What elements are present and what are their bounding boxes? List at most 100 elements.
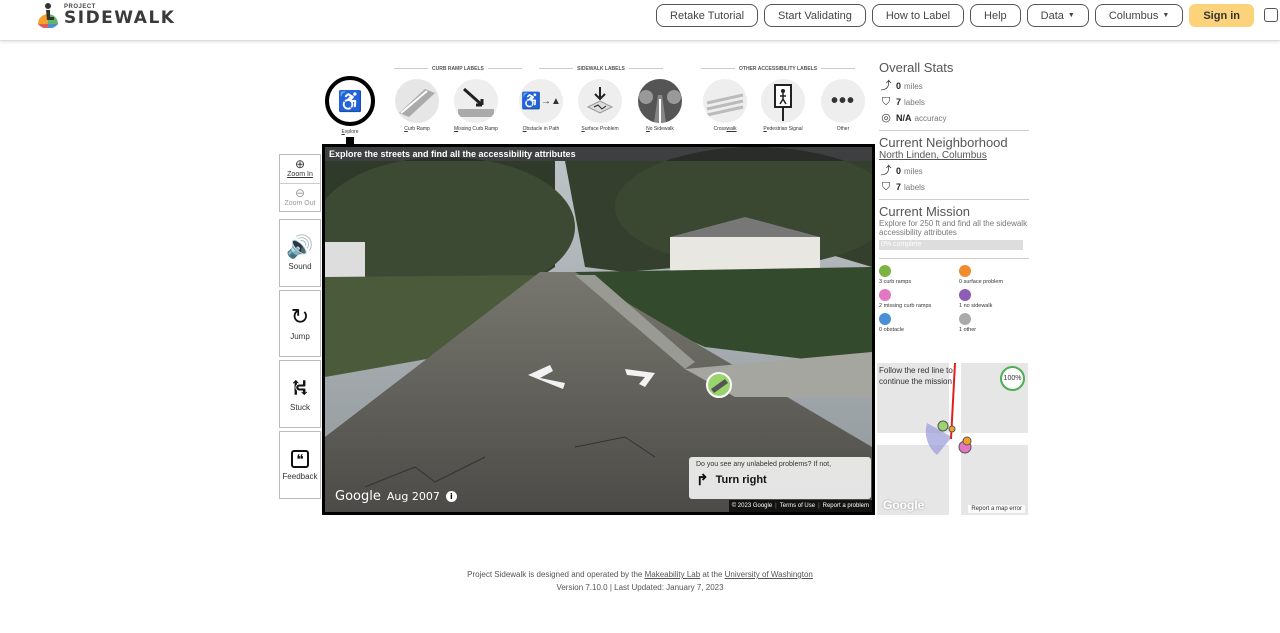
neighborhood-link[interactable]: North Linden, Columbus — [879, 150, 1029, 161]
crosswalk-tool-button[interactable]: Crosswalk — [697, 79, 753, 132]
other-dot-icon — [959, 313, 971, 325]
obstacle-tool-button[interactable]: ♿ →▲ Obstacle in Path — [513, 79, 569, 132]
count-other: 1 other — [959, 313, 1029, 333]
google-watermark: Google — [335, 489, 381, 504]
explore-label: xplore — [344, 129, 359, 135]
labels-unit: labels — [904, 182, 925, 192]
surface-problem-tool-button[interactable]: Surface Problem — [572, 79, 628, 132]
target-icon: ◎ — [881, 111, 891, 124]
mission-minimap[interactable]: Follow the red line to continue the miss… — [877, 363, 1028, 515]
pedestrian-signal-icon — [761, 79, 805, 123]
turn-direction-text: Turn right — [715, 474, 767, 486]
project-sidewalk-logo[interactable]: PROJECT SIDEWALK — [36, 0, 175, 30]
mission-instruction-banner: Explore the streets and find all the acc… — [325, 147, 872, 161]
report-map-error-link[interactable]: Report a map error — [968, 505, 1025, 513]
minimap-instruction: Follow the red line to continue the miss… — [879, 366, 953, 386]
explore-tool-button[interactable]: ♿ Explore — [322, 76, 378, 135]
caret-down-icon: ▼ — [1067, 12, 1075, 19]
street-view-panorama[interactable]: Explore the streets and find all the acc… — [322, 144, 875, 515]
count-missing-curb-ramps: 2 missing curb ramps — [879, 289, 959, 309]
curb-ramp-tool-button[interactable]: Curb Ramp — [389, 79, 445, 132]
mission-title: Current Mission — [879, 204, 971, 219]
zoom-in-label: Zoom In — [287, 171, 313, 178]
top-navbar: PROJECT SIDEWALK Retake Tutorial Start V… — [0, 0, 1280, 41]
how-to-label-button[interactable]: How to Label — [871, 4, 965, 27]
surface-problem-icon — [578, 79, 622, 123]
accuracy-unit: accuracy — [914, 113, 947, 123]
pedestrian-signal-tool-button[interactable]: Pedestrian Signal — [755, 79, 811, 132]
label-counts: 3 curb ramps 0 surface problem 2 missing… — [879, 265, 1029, 333]
overall-labels-value: 7 — [896, 97, 902, 107]
city-dropdown[interactable]: Columbus ▼ — [1094, 4, 1184, 27]
overall-miles: ⤴ 0 miles — [879, 78, 1029, 94]
page-footer: Project Sidewalk is designed and operate… — [0, 568, 1280, 594]
terms-link[interactable]: Terms of Use — [780, 503, 815, 509]
other-tool-button[interactable]: ••• Other — [815, 79, 871, 132]
labels-unit: labels — [904, 97, 925, 107]
sound-label: Sound — [288, 261, 312, 271]
route-icon: ⤴ — [880, 79, 892, 92]
sound-button[interactable]: 🔊 Sound — [279, 219, 321, 287]
stuck-button[interactable]: ⛕ Stuck — [279, 360, 321, 428]
jump-label: Jump — [290, 332, 310, 341]
feedback-label: Feedback — [282, 471, 318, 481]
info-icon[interactable]: i — [445, 491, 457, 502]
city-dropdown-label: Columbus — [1108, 9, 1159, 22]
feedback-button[interactable]: ❝ Feedback — [279, 431, 321, 499]
jump-button[interactable]: ↻ Jump — [279, 290, 321, 357]
neighborhood-labels: ⛉ 7 labels — [879, 179, 1029, 195]
count-no-sidewalk: 1 no sidewalk — [959, 289, 1029, 309]
data-dropdown-label: Data — [1040, 9, 1064, 22]
makeability-lab-link[interactable]: Makeability Lab — [645, 570, 701, 579]
version-text: Version 7.10.0 | Last Updated: January 7… — [556, 583, 724, 592]
stuck-label: Stuck — [289, 402, 310, 412]
zoom-out-icon: ⊖ — [294, 186, 306, 200]
no-sidewalk-icon — [638, 79, 682, 123]
sign-in-button[interactable]: Sign in — [1189, 4, 1254, 27]
chat-icon[interactable] — [1264, 8, 1278, 22]
signpost-icon: ⛕ — [291, 374, 309, 400]
data-dropdown[interactable]: Data ▼ — [1026, 4, 1089, 27]
zoom-in-button[interactable]: ⊕ Zoom In — [280, 155, 320, 184]
missing-curb-ramp-dot-icon — [879, 289, 891, 301]
curb-ramp-section-heading: CURB RAMP LABELS — [390, 66, 526, 72]
report-problem-link[interactable]: Report a problem — [823, 503, 869, 509]
nav-buttons: Retake Tutorial Start Validating How to … — [656, 4, 1254, 27]
accuracy-value: N/A — [896, 113, 912, 123]
nbhd-labels-value: 7 — [896, 182, 902, 192]
mission-progress-bar: 0% complete — [879, 240, 1023, 250]
neighborhood-miles: ⤴ 0 miles — [879, 163, 1029, 179]
logo-big-text: SIDEWALK — [64, 7, 176, 28]
obstacle-dot-icon — [879, 313, 891, 325]
zoom-in-icon: ⊕ — [294, 157, 306, 171]
help-button[interactable]: Help — [970, 4, 1021, 27]
count-curb-ramps: 3 curb ramps — [879, 265, 959, 285]
retake-tutorial-button[interactable]: Retake Tutorial — [656, 4, 759, 27]
overall-accuracy: ◎ N/A accuracy — [879, 110, 1029, 126]
overall-labels: ⛉ 7 labels — [879, 94, 1029, 110]
refresh-icon: ↻ — [290, 304, 310, 329]
turn-right-arrow-icon: ↱ — [696, 472, 709, 489]
other-label: Other — [836, 126, 850, 132]
start-validating-button[interactable]: Start Validating — [764, 4, 866, 27]
zoom-out-button[interactable]: ⊖ Zoom Out — [280, 184, 320, 213]
turn-prompt: Do you see any unlabeled problems? If no… — [696, 461, 832, 468]
google-map-watermark: Google — [883, 498, 925, 512]
no-sidewalk-tool-button[interactable]: No Sidewalk — [632, 79, 688, 132]
count-obstacle: 0 obstacle — [879, 313, 959, 333]
uw-link[interactable]: University of Washington — [725, 570, 813, 579]
overall-miles-value: 0 — [896, 81, 902, 91]
status-panel: Overall Stats ⤴ 0 miles ⛉ 7 labels ◎ N/A… — [879, 60, 1029, 333]
wheelchair-logo-icon — [38, 3, 58, 28]
caret-down-icon: ▼ — [1162, 12, 1170, 19]
mission-progress-label: 0% complete — [881, 241, 922, 248]
zoom-controls: ⊕ Zoom In ⊖ Zoom Out — [279, 154, 321, 212]
missing-curb-ramp-tool-button[interactable]: Missing Curb Ramp — [448, 79, 504, 132]
copyright-text: © 2023 Google — [731, 503, 773, 509]
tag-icon: ⛉ — [881, 95, 891, 108]
miles-unit: miles — [904, 166, 923, 176]
tag-icon: ⛉ — [881, 180, 891, 193]
overall-stats-title: Overall Stats — [879, 60, 954, 75]
miles-unit: miles — [904, 81, 923, 91]
turn-suggestion-box[interactable]: Do you see any unlabeled problems? If no… — [689, 457, 871, 499]
